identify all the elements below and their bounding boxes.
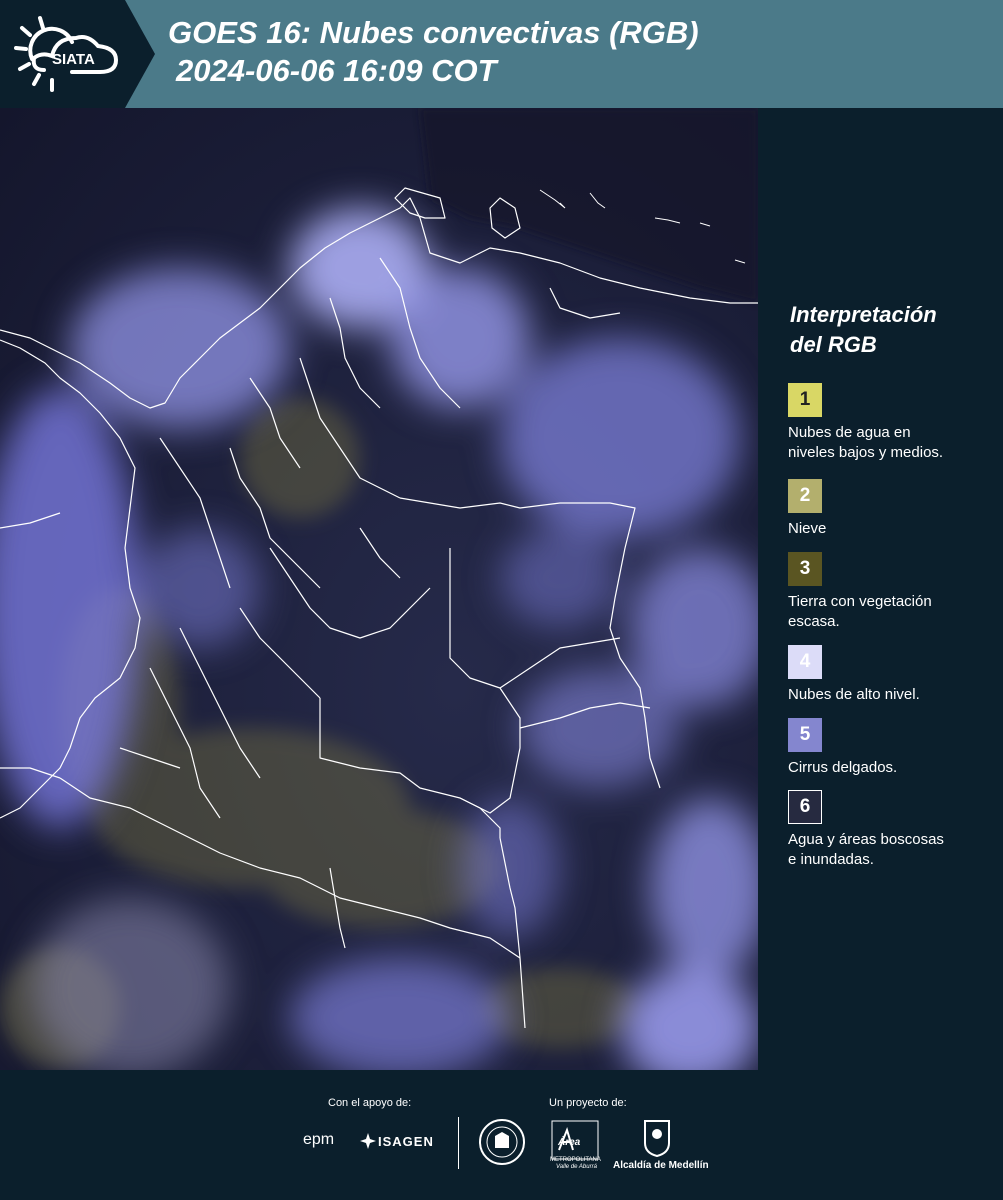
legend-swatch-5: 5 (788, 718, 822, 752)
legend-swatch-2: 2 (788, 479, 822, 513)
alcaldia-text: Alcaldía de Medellín (613, 1160, 709, 1171)
legend-label-5: Cirrus delgados. (788, 758, 988, 778)
legend-label-6: Agua y áreas boscosas e inundadas. (788, 830, 988, 870)
legend-swatch-6: 6 (788, 790, 822, 824)
legend-label-5-line-1: Cirrus delgados. (788, 759, 898, 776)
map-canvas (0, 108, 758, 1070)
legend-swatch-4: 4 (788, 645, 822, 679)
legend-label-3-line-1: Tierra con vegetación (788, 593, 932, 610)
area-metropolitana-text: Área (558, 1137, 581, 1148)
siata-logo-text: SIATA (52, 51, 95, 68)
legend-label-3-line-2: escasa. (788, 613, 840, 630)
legend-label-2: Nieve (788, 519, 988, 539)
isagen-logo: ISAGEN (378, 1134, 434, 1149)
legend-item-3: 3 Tierra con vegetación escasa. (788, 552, 988, 632)
medellin-seal-icon (479, 1119, 525, 1165)
legend-label-3: Tierra con vegetación escasa. (788, 592, 988, 632)
satellite-map (0, 108, 758, 1070)
project-label: Un proyecto de: (549, 1097, 627, 1109)
legend-label-4: Nubes de alto nivel. (788, 685, 988, 705)
legend-label-6-line-2: e inundadas. (788, 851, 874, 868)
legend-item-5: 5 Cirrus delgados. (788, 718, 988, 778)
legend-title-line-2: del RGB (790, 332, 877, 357)
isagen-icon (360, 1133, 376, 1149)
legend-label-1-line-2: niveles bajos y medios. (788, 444, 944, 461)
epm-logo: epm (303, 1131, 335, 1148)
legend-label-1: Nubes de agua en niveles bajos y medios. (788, 423, 988, 463)
title-line-1: GOES 16: Nubes convectivas (RGB) (168, 15, 699, 50)
legend-title: Interpretación del RGB (790, 300, 937, 360)
support-label: Con el apoyo de: (328, 1097, 412, 1109)
legend-item-2: 2 Nieve (788, 479, 988, 539)
title-line-2: 2024-06-06 16:09 COT (176, 53, 497, 88)
legend-label-1-line-1: Nubes de agua en (788, 424, 911, 441)
sun-cloud-icon: SIATA (14, 16, 119, 92)
legend-swatch-1: 1 (788, 383, 822, 417)
legend-label-4-line-1: Nubes de alto nivel. (788, 686, 920, 703)
area-metropolitana-line2: Valle de Aburrá (556, 1164, 597, 1170)
cloud-layer (0, 208, 758, 1070)
page-title: GOES 16: Nubes convectivas (RGB) 2024-06… (168, 14, 699, 90)
legend-title-line-1: Interpretación (790, 302, 937, 327)
legend-item-6: 6 Agua y áreas boscosas e inundadas. (788, 790, 988, 870)
legend-label-2-line-1: Nieve (788, 520, 827, 537)
legend-swatch-3: 3 (788, 552, 822, 586)
legend-item-1: 1 Nubes de agua en niveles bajos y medio… (788, 383, 988, 463)
siata-logo: SIATA (0, 0, 155, 108)
legend-label-6-line-1: Agua y áreas boscosas (788, 831, 944, 848)
alcaldia-shield-icon (644, 1120, 670, 1157)
header-bar: SIATA GOES 16: Nubes convectivas (RGB) 2… (0, 0, 1003, 108)
area-metropolitana-line1: METROPOLITANA (550, 1157, 601, 1163)
legend-item-4: 4 Nubes de alto nivel. (788, 645, 988, 705)
footer-divider (458, 1117, 459, 1169)
